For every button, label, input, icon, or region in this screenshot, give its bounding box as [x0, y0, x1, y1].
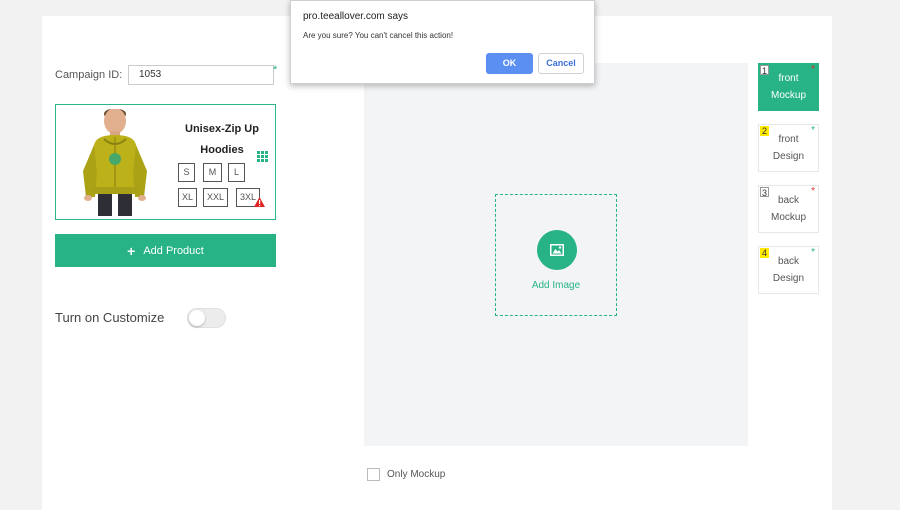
side-label-line2: Design	[772, 273, 805, 284]
ok-button[interactable]: OK	[486, 53, 533, 74]
warning-icon	[254, 197, 265, 207]
add-product-label: Add Product	[143, 244, 204, 257]
side-number: 3	[760, 187, 769, 198]
only-mockup-label: Only Mockup	[387, 469, 446, 480]
side-back-mockup[interactable]: 3 * back Mockup	[758, 185, 819, 233]
plus-icon: +	[127, 242, 136, 259]
add-image-label: Add Image	[531, 280, 581, 291]
side-required-star: *	[811, 247, 815, 258]
campaign-required-star: *	[273, 64, 278, 76]
size-option[interactable]: S	[178, 163, 195, 182]
confirm-dialog: pro.teeallover.com says Are you sure? Yo…	[290, 0, 595, 84]
side-required-star: *	[811, 125, 815, 136]
dialog-title: pro.teeallover.com says	[303, 11, 409, 22]
product-card[interactable]: Unisex-Zip Up Hoodies S M L XL XXL 3XL	[55, 104, 276, 220]
side-back-design[interactable]: 4 * back Design	[758, 246, 819, 294]
side-required-star: *	[811, 64, 815, 75]
side-front-design[interactable]: 2 * front Design	[758, 124, 819, 172]
campaign-id-input[interactable]: 1053	[128, 65, 274, 85]
add-image-dropzone[interactable]: Add Image	[495, 194, 617, 316]
size-option[interactable]: XXL	[203, 188, 228, 207]
side-number: 2	[760, 126, 769, 136]
size-option[interactable]: L	[228, 163, 245, 182]
add-product-button[interactable]: + Add Product	[55, 234, 276, 267]
toggle-knob	[189, 310, 205, 326]
side-number: 1	[760, 65, 769, 76]
size-option[interactable]: XL	[178, 188, 197, 207]
size-option[interactable]: M	[203, 163, 222, 182]
hoodie-image	[83, 109, 147, 216]
design-canvas: Add Image	[364, 63, 748, 446]
side-front-mockup[interactable]: 1 * front Mockup	[758, 63, 819, 111]
customize-label: Turn on Customize	[55, 310, 165, 325]
customize-toggle[interactable]	[187, 308, 226, 328]
side-label-line2: Design	[772, 151, 805, 162]
grid-icon[interactable]	[257, 151, 268, 162]
only-mockup-checkbox[interactable]	[367, 468, 380, 481]
side-label-line2: Mockup	[770, 90, 806, 101]
campaign-id-label: Campaign ID:	[55, 69, 123, 81]
side-required-star: *	[811, 186, 815, 197]
cancel-button[interactable]: Cancel	[538, 53, 584, 74]
dialog-message: Are you sure? You can't cancel this acti…	[303, 31, 454, 40]
side-label-line2: Mockup	[770, 212, 806, 223]
product-name: Unisex-Zip Up Hoodies	[185, 123, 259, 156]
image-icon	[537, 230, 577, 270]
side-number: 4	[760, 248, 769, 258]
